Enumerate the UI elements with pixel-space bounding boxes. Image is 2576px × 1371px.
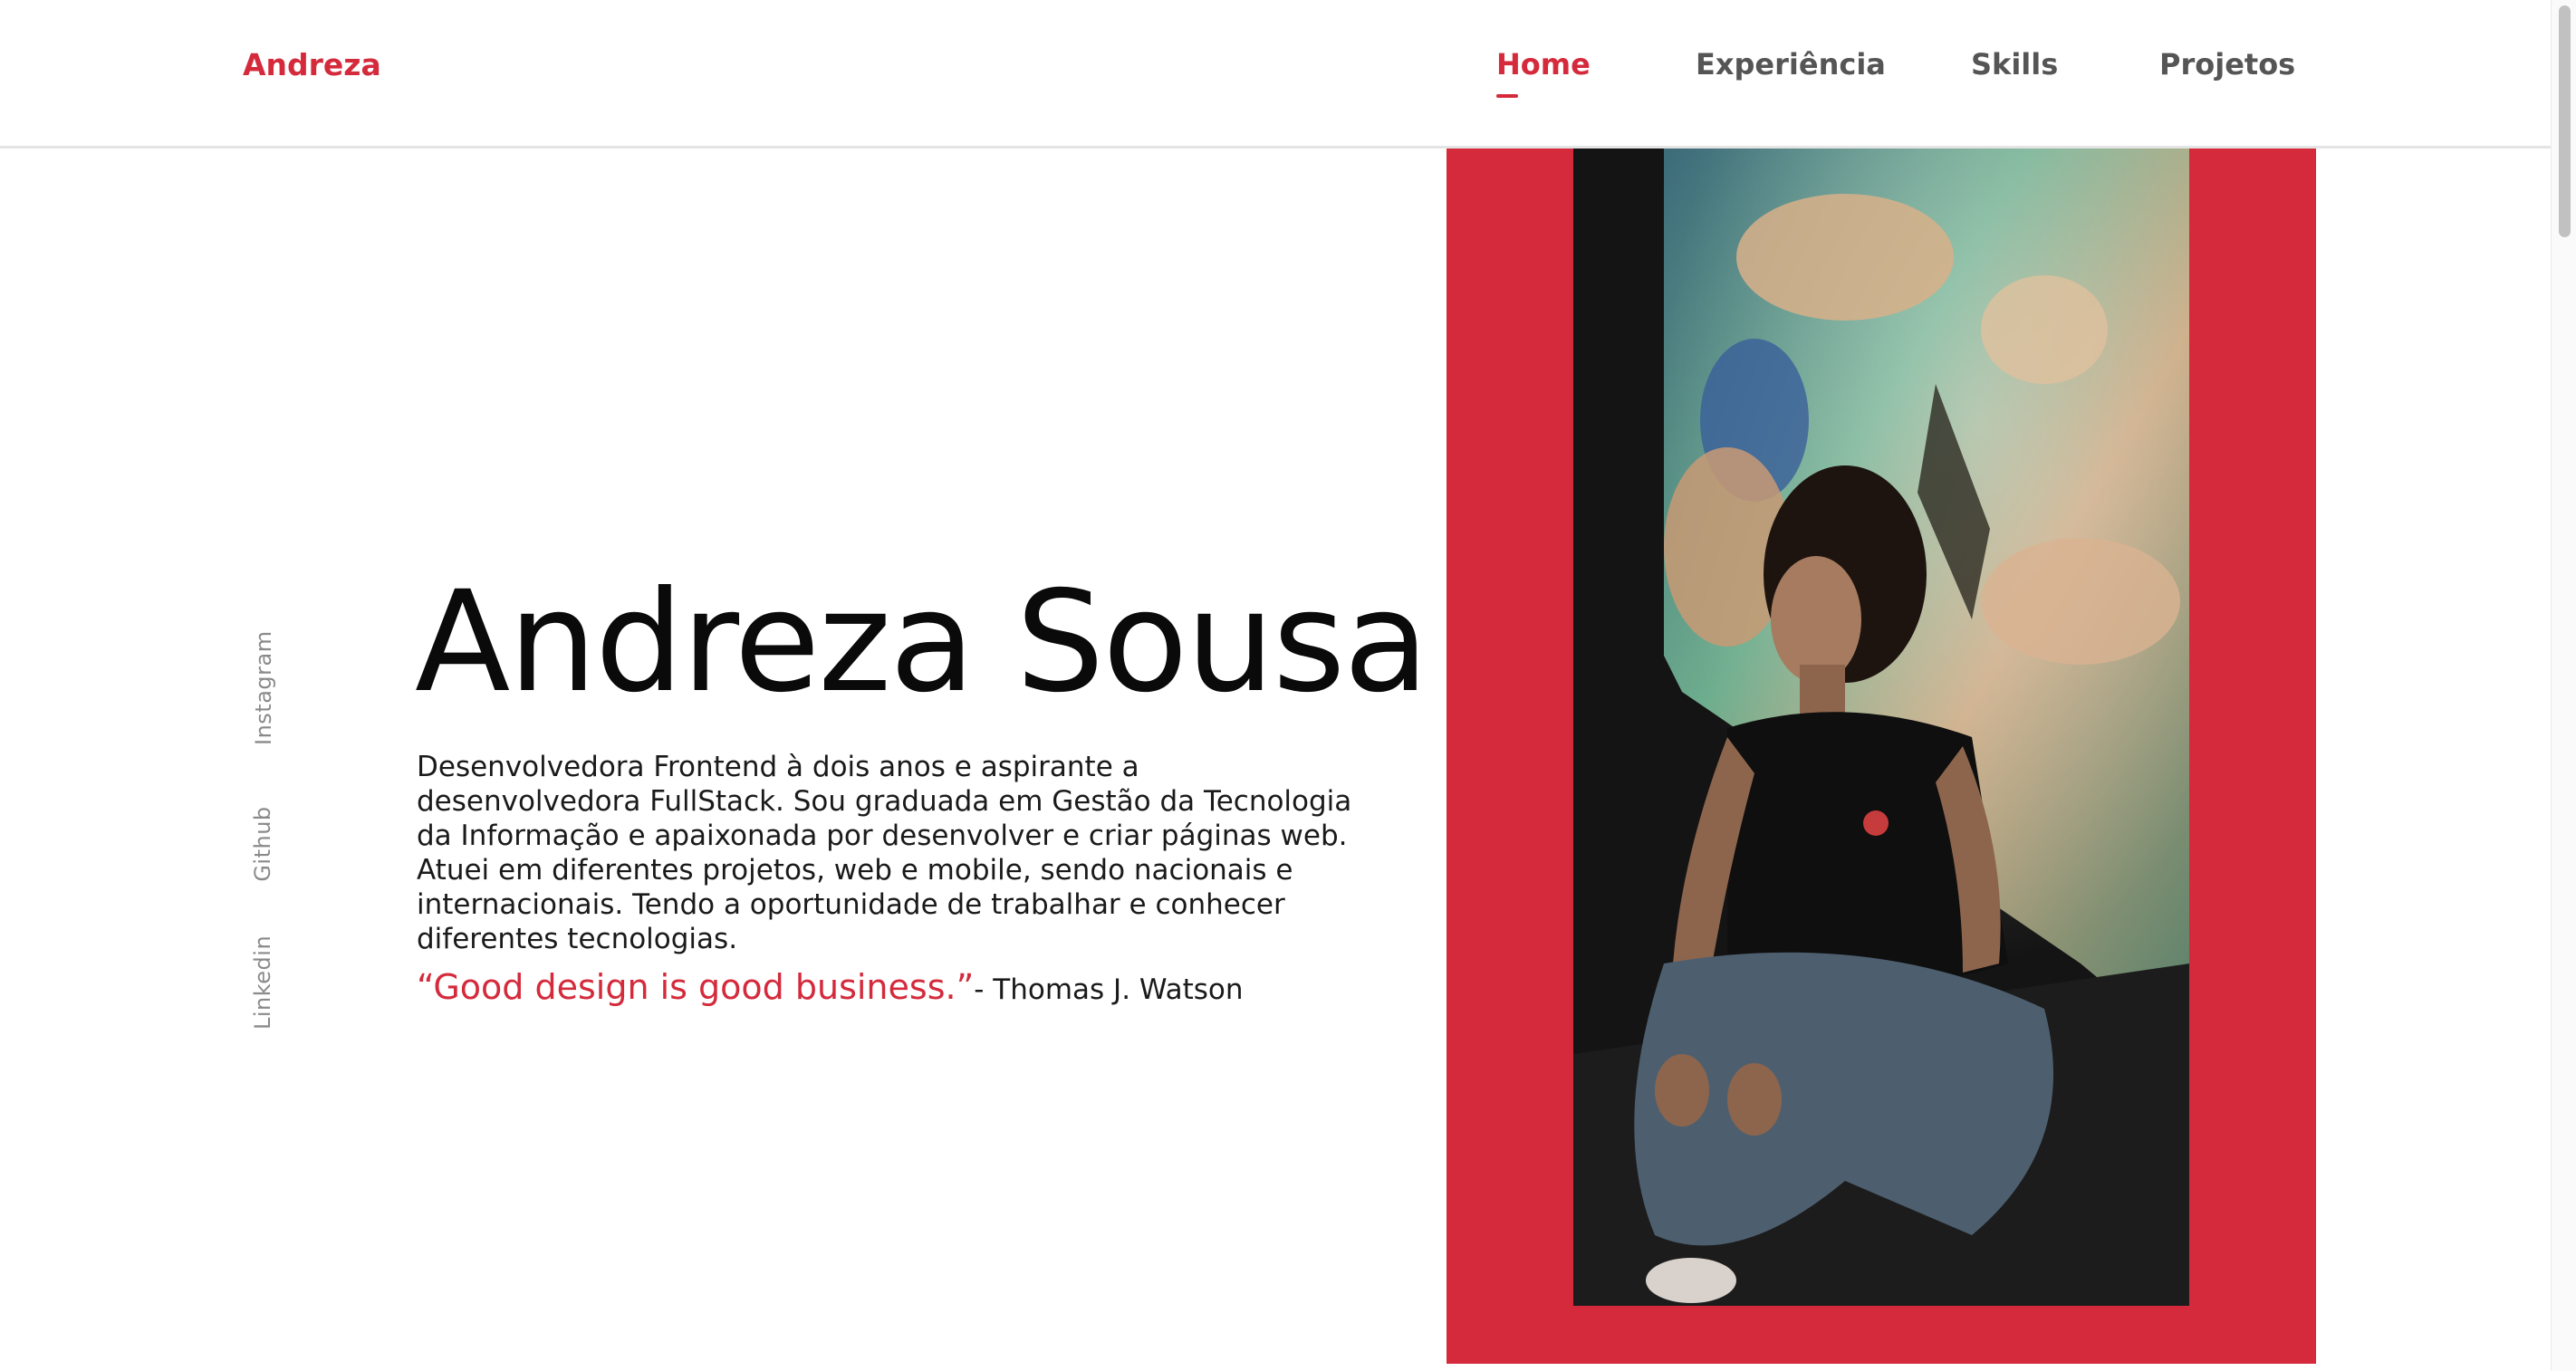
scrollbar-thumb[interactable]	[2559, 5, 2571, 237]
nav-home[interactable]: Home	[1496, 47, 1591, 81]
main-nav: Home Experiência Skills Projetos	[0, 47, 2551, 101]
profile-photo	[1573, 149, 2189, 1306]
quote-text: “Good design is good business.”	[417, 967, 975, 1007]
nav-projetos[interactable]: Projetos	[2159, 47, 2295, 81]
page-scrollbar[interactable]	[2551, 0, 2576, 1371]
profile-photo-art	[1573, 149, 2189, 1306]
hero-quote: “Good design is good business.”- Thomas …	[417, 967, 1413, 1007]
quote-author: - Thomas J. Watson	[974, 973, 1244, 1006]
photo-frame	[1447, 149, 2316, 1364]
nav-experiencia[interactable]: Experiência	[1696, 47, 1886, 81]
active-nav-indicator	[1496, 94, 1518, 98]
hero-name: Andreza Sousa	[415, 561, 1429, 724]
nav-skills[interactable]: Skills	[1971, 47, 2058, 81]
hero-description: Desenvolvedora Frontend à dois anos e as…	[417, 751, 1352, 955]
site-header: Andreza Home Experiência Skills Projetos	[0, 0, 2551, 149]
instagram-link[interactable]: Instagram	[251, 630, 276, 745]
linkedin-link[interactable]: Linkedin	[250, 935, 275, 1030]
github-link[interactable]: Github	[250, 806, 275, 882]
